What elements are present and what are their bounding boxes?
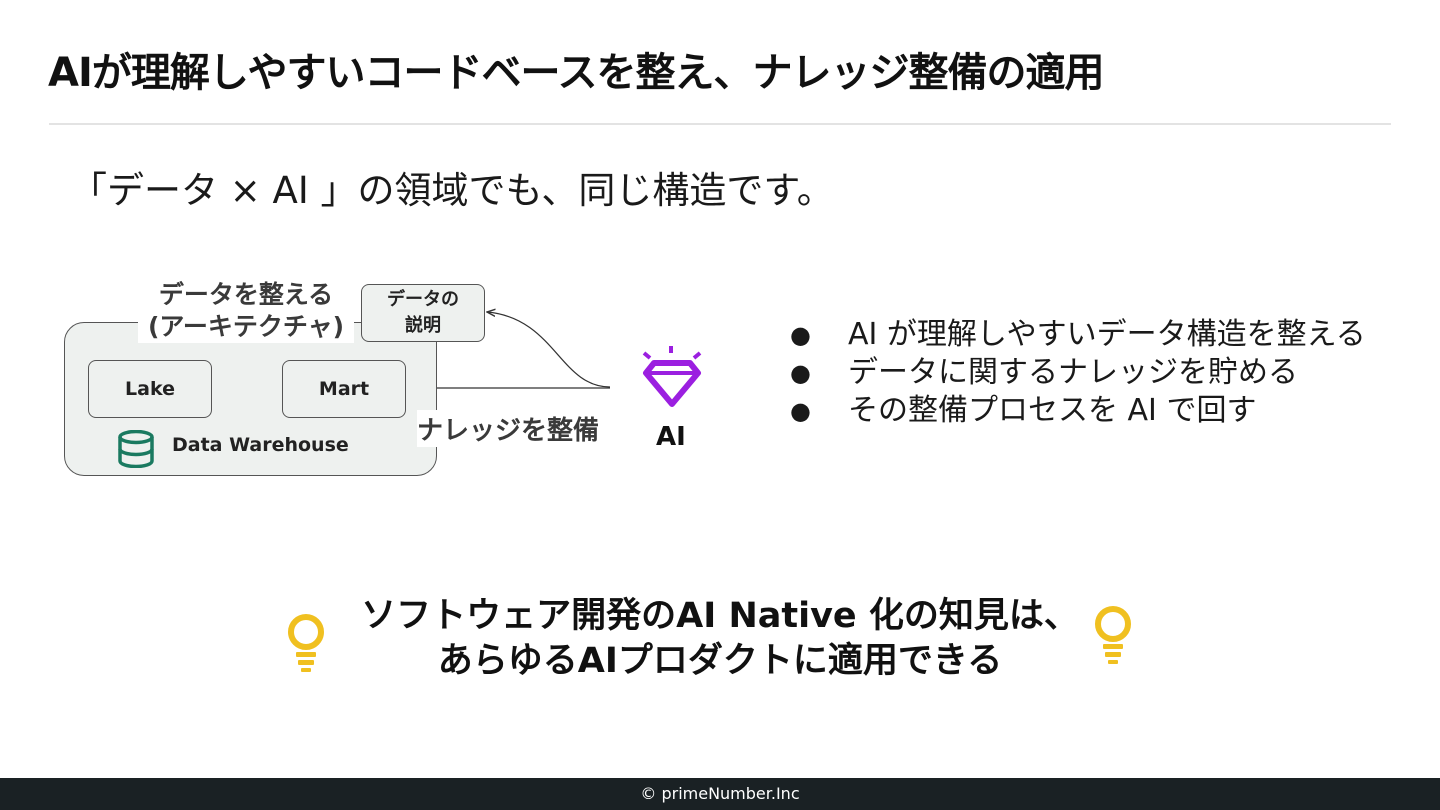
data-warehouse-label: Data Warehouse (172, 434, 349, 456)
list-item: ● AI が理解しやすいデータ構造を整える (790, 316, 1380, 354)
highlight-line1: ソフトウェア開発のAI Native 化の知見は、 (361, 596, 1079, 636)
copyright-text: © primeNumber.Inc (640, 784, 800, 803)
ai-to-explanation-arrow (487, 312, 611, 388)
architecture-label: データを整える (アーキテクチャ) (138, 279, 354, 343)
knowledge-label: ナレッジを整備 (417, 410, 602, 447)
list-item: ● データに関するナレッジを貯める (790, 354, 1380, 392)
database-icon (118, 430, 154, 468)
mart-node: Mart (282, 360, 406, 418)
bullet-icon: ● (790, 321, 811, 349)
ai-label: AI (656, 422, 686, 452)
footer: © primeNumber.Inc (0, 778, 1440, 810)
mart-label: Mart (318, 378, 370, 400)
list-item: ● その整備プロセスを AI で回す (790, 392, 1380, 430)
bullet-list: ● AI が理解しやすいデータ構造を整える ● データに関するナレッジを貯める ● そ… (790, 316, 1380, 430)
data-explanation-box: データの 説明 (361, 284, 485, 342)
explanation-line2: 説明 (405, 315, 441, 336)
lake-node: Lake (88, 360, 212, 418)
lightbulb-icon (288, 614, 324, 672)
bullet-text: その整備プロセスを AI で回す (848, 393, 1257, 428)
diamond-icon (642, 346, 702, 407)
lightbulb-icon (1095, 606, 1131, 664)
lake-label: Lake (125, 378, 175, 400)
architecture-label-line1: データを整える (158, 280, 334, 309)
highlight-message: ソフトウェア開発のAI Native 化の知見は、 あらゆるAIプロダクトに適用… (340, 594, 1100, 684)
highlight-line2: あらゆるAIプロダクトに適用できる (437, 641, 1003, 681)
architecture-label-line2: (アーキテクチャ) (147, 312, 345, 341)
bullet-text: データに関するナレッジを貯める (848, 355, 1298, 390)
bullet-text: AI が理解しやすいデータ構造を整える (848, 317, 1366, 352)
explanation-line1: データの (387, 289, 459, 310)
bullet-icon: ● (790, 359, 811, 387)
bullet-icon: ● (790, 397, 811, 425)
